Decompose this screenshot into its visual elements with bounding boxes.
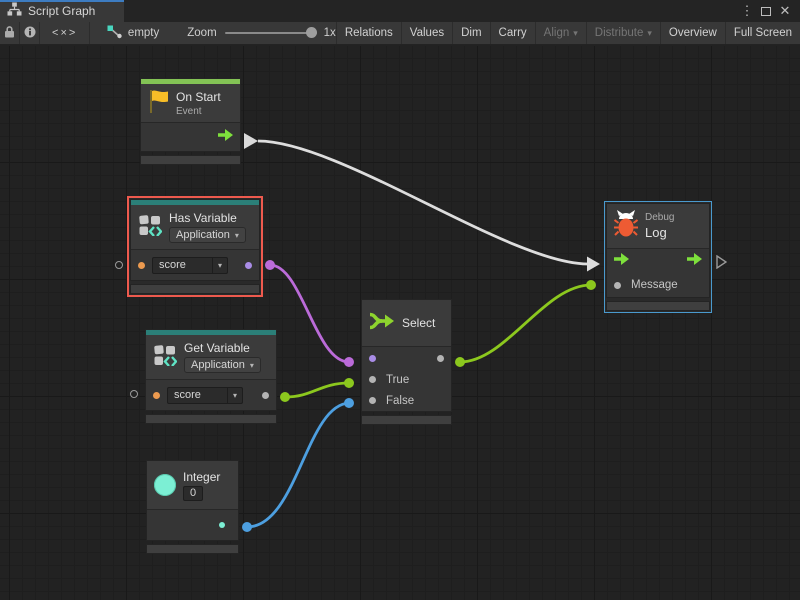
dim-button[interactable]: Dim xyxy=(452,22,489,44)
zoom-control: Zoom 1x xyxy=(187,22,336,44)
lock-button[interactable] xyxy=(0,22,20,44)
node-footer xyxy=(361,415,452,425)
zoom-slider-handle[interactable] xyxy=(306,27,317,38)
integer-value-input[interactable]: 0 xyxy=(183,486,203,501)
selection-inspector: empty xyxy=(107,22,159,44)
chevron-down-icon: ▾ xyxy=(250,361,254,370)
port-label: False xyxy=(386,395,414,407)
unconnected-port-indicator[interactable] xyxy=(115,261,123,269)
toolbar-buttons: Relations Values Dim Carry Align ▾ Distr… xyxy=(336,22,800,44)
select-icon xyxy=(369,310,395,337)
maximize-icon[interactable] xyxy=(761,7,771,16)
zoom-label: Zoom xyxy=(187,27,216,39)
node-subtitle: Debug xyxy=(645,212,674,223)
message-input-port[interactable] xyxy=(614,282,621,289)
scope-dropdown[interactable]: Application ▾ xyxy=(184,357,261,373)
close-icon[interactable]: ✕ xyxy=(778,1,792,21)
flow-wire-start-triangle xyxy=(244,133,258,149)
graph-canvas[interactable]: On Start Event xyxy=(0,46,800,600)
wire-flow xyxy=(258,141,588,264)
node-select[interactable]: Select True False xyxy=(361,299,452,425)
wire-condition xyxy=(270,265,349,362)
node-subtitle: Event xyxy=(176,106,221,117)
unconnected-flow-indicator[interactable] xyxy=(716,255,727,274)
node-debug-log[interactable]: Debug Log Message xyxy=(604,201,712,313)
condition-input-port[interactable] xyxy=(369,355,376,362)
script-graph-window: Script Graph ⋮ ✕ xyxy=(0,0,800,600)
menu-icon[interactable]: ⋮ xyxy=(740,1,754,21)
info-icon xyxy=(24,26,36,41)
flow-wire-arrowhead xyxy=(587,257,600,272)
chevron-down-icon: ▾ xyxy=(647,29,652,38)
values-button[interactable]: Values xyxy=(401,22,452,44)
variables-icon xyxy=(153,344,177,371)
node-has-variable[interactable]: Has Variable Application ▾ score ▾ xyxy=(127,196,263,297)
selection-label: empty xyxy=(128,27,159,39)
lock-icon xyxy=(4,25,15,41)
node-footer xyxy=(146,544,239,554)
integer-output-port[interactable] xyxy=(219,522,225,528)
overview-button[interactable]: Overview xyxy=(660,22,725,44)
tab-script-graph[interactable]: Script Graph xyxy=(0,0,124,22)
variable-name-select[interactable]: score ▾ xyxy=(167,387,243,404)
variable-name-port[interactable] xyxy=(153,392,160,399)
variable-name-port[interactable] xyxy=(138,262,145,269)
active-tab-highlight xyxy=(0,0,124,2)
align-button[interactable]: Align ▾ xyxy=(535,22,586,44)
node-title: Integer xyxy=(183,470,220,484)
node-footer xyxy=(140,155,241,165)
bug-icon xyxy=(614,210,638,242)
window-controls: ⋮ ✕ xyxy=(740,0,800,22)
zoom-slider[interactable] xyxy=(225,32,317,34)
tab-bar: Script Graph ⋮ ✕ xyxy=(0,0,800,22)
value-output-port[interactable] xyxy=(262,392,269,399)
chevron-down-icon: ▾ xyxy=(235,231,239,240)
node-get-variable[interactable]: Get Variable Application ▾ score ▾ xyxy=(145,329,277,424)
wire-true xyxy=(285,383,349,397)
distribute-button[interactable]: Distribute ▾ xyxy=(586,22,660,44)
node-integer[interactable]: Integer 0 xyxy=(146,460,239,554)
chevron-down-icon: ▾ xyxy=(573,29,578,38)
graph-toolbar: <×> empty Zoom 1x Relations Values Dim xyxy=(0,22,800,45)
chevron-down-icon: ▾ xyxy=(227,388,242,403)
port-label: True xyxy=(386,374,409,386)
integer-icon xyxy=(154,474,176,496)
node-title: Select xyxy=(402,316,435,330)
node-title: Get Variable xyxy=(184,341,261,355)
node-footer xyxy=(130,284,260,294)
scope-dropdown[interactable]: Application ▾ xyxy=(169,227,246,243)
info-button[interactable] xyxy=(20,22,40,44)
node-footer xyxy=(606,301,710,311)
node-footer xyxy=(145,414,277,424)
code-preview-icon: <×> xyxy=(52,27,77,39)
relations-button[interactable]: Relations xyxy=(336,22,401,44)
node-title: Has Variable xyxy=(169,211,246,225)
fullscreen-button[interactable]: Full Screen xyxy=(725,22,800,44)
chevron-down-icon: ▾ xyxy=(212,258,227,273)
tab-title: Script Graph xyxy=(28,4,95,18)
code-preview-button[interactable]: <×> xyxy=(40,22,89,44)
variables-icon xyxy=(138,214,162,241)
node-title: On Start xyxy=(176,90,221,104)
false-input-port[interactable] xyxy=(369,397,376,404)
carry-button[interactable]: Carry xyxy=(490,22,535,44)
null-pointer-icon xyxy=(107,25,122,42)
flow-output-port[interactable] xyxy=(687,252,702,270)
true-input-port[interactable] xyxy=(369,376,376,383)
node-title: Log xyxy=(645,225,674,240)
graph-icon xyxy=(7,2,22,21)
node-on-start[interactable]: On Start Event xyxy=(140,78,241,165)
port-label: Message xyxy=(631,279,678,291)
flag-icon xyxy=(148,88,169,119)
wire-message xyxy=(460,285,591,362)
result-output-port[interactable] xyxy=(437,355,444,362)
unconnected-port-indicator[interactable] xyxy=(130,390,138,398)
flow-output-port[interactable] xyxy=(218,128,233,146)
result-output-port[interactable] xyxy=(245,262,252,269)
variable-name-select[interactable]: score ▾ xyxy=(152,257,228,274)
flow-input-port[interactable] xyxy=(614,252,629,270)
zoom-value: 1x xyxy=(324,27,336,39)
